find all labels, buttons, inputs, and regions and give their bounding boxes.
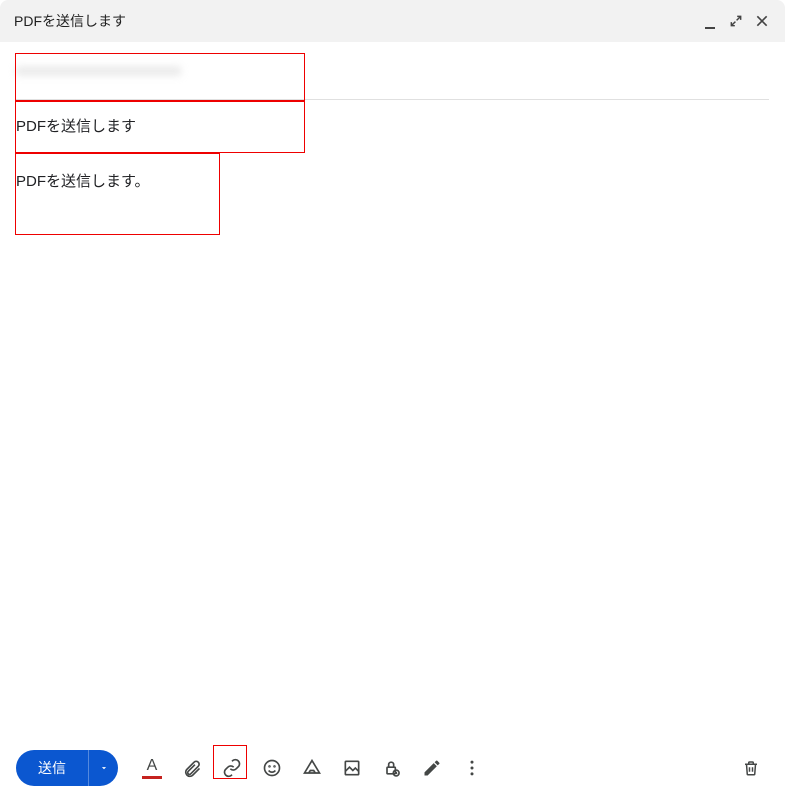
compose-header: PDFを送信します: [0, 0, 785, 42]
body-text: PDFを送信します。: [16, 173, 150, 190]
confidential-mode-icon[interactable]: [374, 750, 410, 786]
insert-link-icon[interactable]: [214, 750, 250, 786]
subject-field[interactable]: PDFを送信します: [16, 100, 769, 150]
compose-content: xxxxxxxxxxxxxxxxxxxxxx PDFを送信します PDFを送信し…: [0, 42, 785, 736]
formatting-icon[interactable]: A: [134, 750, 170, 786]
send-options-button[interactable]: [88, 750, 118, 786]
compose-toolbar: 送信 A: [0, 736, 785, 800]
toolbar-right: [733, 750, 769, 786]
more-options-icon[interactable]: [454, 750, 490, 786]
recipient-value: xxxxxxxxxxxxxxxxxxxxxx: [16, 62, 181, 79]
attach-file-icon[interactable]: [174, 750, 210, 786]
send-button[interactable]: 送信: [16, 750, 88, 786]
subject-value: PDFを送信します: [16, 115, 136, 136]
recipient-field[interactable]: xxxxxxxxxxxxxxxxxxxxxx: [16, 42, 769, 100]
minimize-icon[interactable]: [701, 12, 719, 30]
window-controls: [701, 12, 771, 30]
send-button-group: 送信: [16, 750, 118, 786]
compose-title: PDFを送信します: [14, 11, 126, 31]
close-icon[interactable]: [753, 12, 771, 30]
toolbar-left: 送信 A: [16, 750, 490, 786]
insert-photo-icon[interactable]: [334, 750, 370, 786]
message-body[interactable]: PDFを送信します。: [0, 150, 785, 736]
insert-drive-icon[interactable]: [294, 750, 330, 786]
insert-emoji-icon[interactable]: [254, 750, 290, 786]
discard-draft-icon[interactable]: [733, 750, 769, 786]
insert-signature-icon[interactable]: [414, 750, 450, 786]
expand-icon[interactable]: [727, 12, 745, 30]
